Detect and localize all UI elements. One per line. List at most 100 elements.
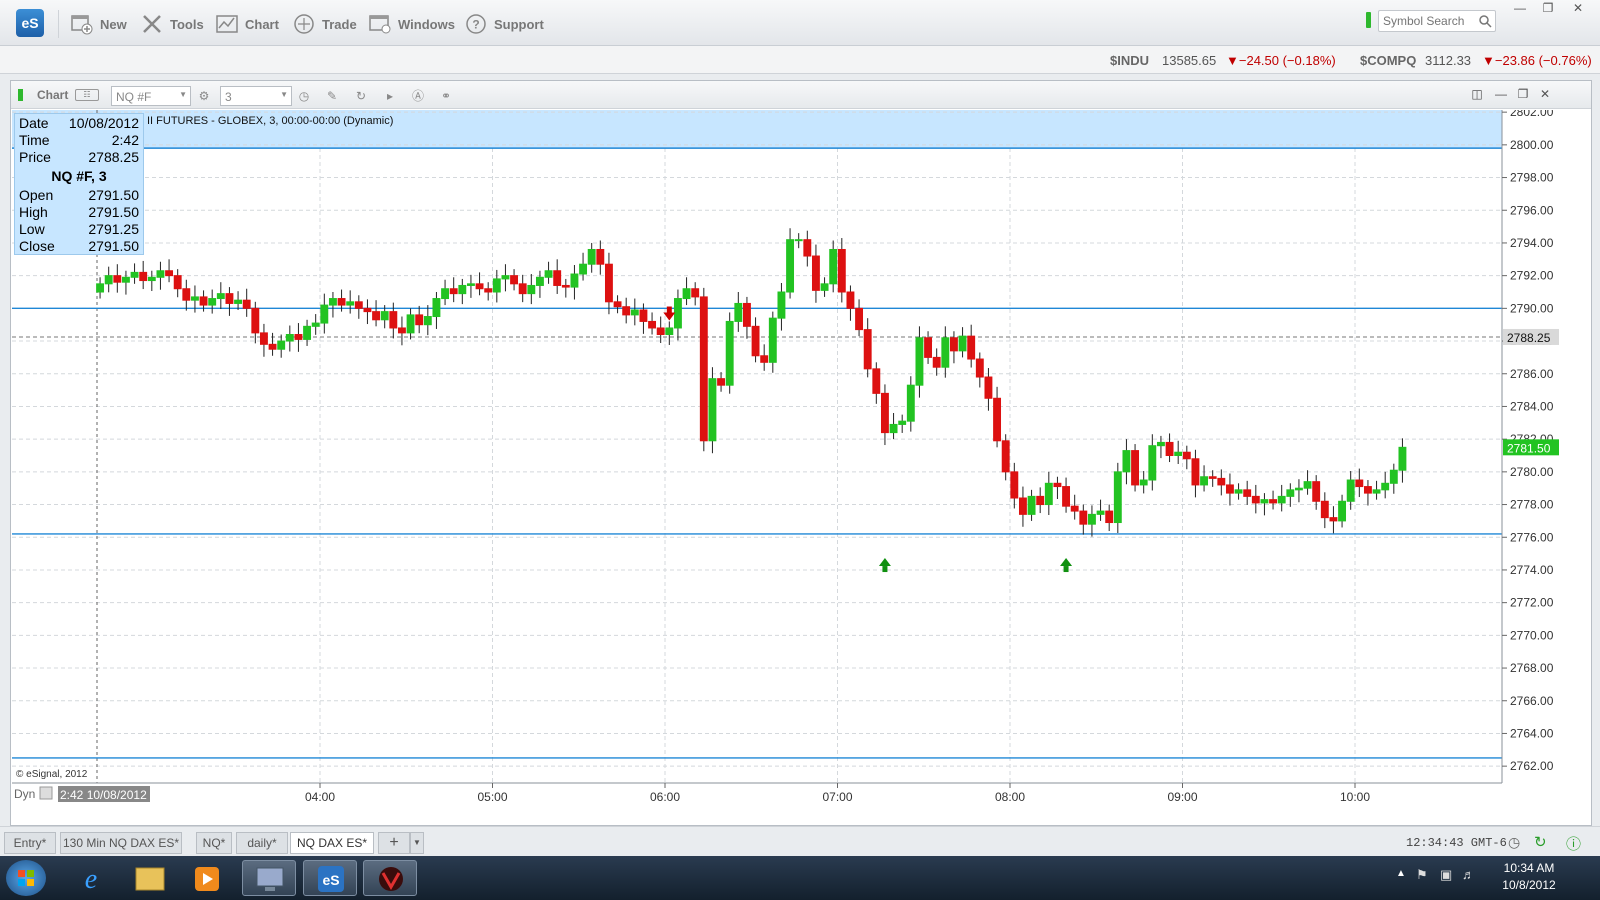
app-toolbar: eS New Tools Chart Trade Windows ? Suppo… [0, 0, 1600, 46]
price-tick-label: 2772.00 [1510, 596, 1554, 610]
new-window-icon [71, 15, 93, 35]
candle-body [268, 343, 277, 350]
study-icon[interactable]: ↻ [352, 87, 370, 105]
info-label: Low [19, 221, 45, 237]
restore-icon[interactable]: ❐ [1511, 88, 1535, 102]
app-taskbar-icon[interactable] [363, 860, 417, 896]
cursor-time-label: 2:42 10/08/2012 [60, 788, 147, 802]
tab-daily[interactable]: daily* [236, 832, 288, 854]
candle-body [294, 334, 303, 340]
dyn-label[interactable]: Dyn [14, 787, 35, 801]
interval-selector[interactable]: 3 ▼ [220, 86, 292, 106]
candle-body [1234, 489, 1243, 494]
windows-icon [369, 15, 391, 34]
minimize-icon[interactable]: — [1508, 2, 1532, 16]
candle-body [165, 270, 174, 277]
candle-body [346, 301, 355, 306]
page-tabs-bar: Entry* 130 Min NQ DAX ES* NQ* daily* NQ … [0, 826, 1600, 856]
help-status-icon[interactable]: ⓘ [1566, 833, 1581, 854]
candle-body [846, 291, 855, 309]
minimize-icon[interactable]: — [1489, 88, 1513, 102]
symbol-selector[interactable]: NQ #F ▼ [111, 86, 191, 106]
taskbar-date[interactable]: 10/8/2012 [1494, 878, 1564, 892]
link-icon[interactable]: ☷ [75, 89, 99, 101]
pencil-icon[interactable]: ✎ [323, 87, 341, 105]
detach-icon[interactable]: ◫ [1465, 88, 1489, 102]
clock-icon[interactable]: ◷ [295, 87, 313, 105]
ticker-change: ▼−24.50 (−0.18%) [1226, 53, 1336, 68]
plot-background [12, 110, 1502, 783]
tools-button[interactable]: Tools [140, 11, 204, 37]
action-center-icon[interactable]: ⚑ [1416, 867, 1428, 883]
chart-label: Chart [245, 16, 279, 32]
support-button[interactable]: ? Support [464, 11, 544, 37]
price-tick-label: 2762.00 [1510, 759, 1554, 773]
candle-body [742, 302, 751, 327]
show-hidden-icons-icon[interactable]: ▲ [1396, 868, 1406, 879]
search-icon[interactable] [1478, 14, 1492, 28]
candle-body [1191, 458, 1200, 486]
internet-explorer-icon[interactable]: e [64, 860, 118, 896]
candle-body [199, 296, 208, 306]
info-value: 2:42 [111, 132, 139, 148]
network-icon[interactable]: ▣ [1440, 867, 1452, 883]
tab-nq-dax-es[interactable]: NQ DAX ES* [290, 832, 374, 854]
alert-icon[interactable]: Ⓐ [409, 87, 427, 105]
info-row-open: Open 2791.50 [19, 187, 139, 204]
taskbar-time[interactable]: 10:34 AM [1494, 861, 1564, 875]
chart-button[interactable]: Chart [215, 11, 279, 37]
tab-nq[interactable]: NQ* [196, 832, 232, 854]
candle-body [941, 337, 950, 368]
close-icon[interactable]: ✕ [1566, 2, 1590, 16]
esignal-taskbar-icon[interactable]: eS [303, 860, 357, 896]
chart-window-title: Chart [37, 88, 69, 102]
lock-icon[interactable] [39, 786, 53, 800]
add-tab-button[interactable]: + [378, 832, 410, 854]
time-sync-icon[interactable]: ◷ [1508, 834, 1520, 851]
restore-icon[interactable]: ❐ [1536, 2, 1560, 16]
remote-desktop-icon[interactable] [242, 860, 296, 896]
price-tick-label: 2796.00 [1510, 203, 1554, 217]
refresh-icon[interactable]: ↻ [1534, 833, 1547, 851]
file-explorer-icon[interactable] [122, 860, 176, 896]
tab-130-min[interactable]: 130 Min NQ DAX ES* [60, 832, 182, 854]
candle-body [1200, 476, 1209, 486]
trade-button[interactable]: Trade [292, 11, 357, 37]
candle-body [251, 307, 260, 334]
svg-text:?: ? [472, 18, 479, 32]
price-chart[interactable]: 2762.00 2764.00 2766.00 2768.00 2770.00 2772.… [12, 110, 1590, 824]
tab-menu-chevron-icon[interactable]: ▼ [410, 832, 424, 854]
ticker-symbol[interactable]: $INDU [1110, 53, 1149, 68]
candle-body [1303, 481, 1312, 489]
candle-body [596, 248, 605, 265]
close-icon[interactable]: ✕ [1533, 88, 1557, 102]
ticker-symbol[interactable]: $COMPQ [1360, 53, 1416, 68]
play-icon[interactable]: ▸ [381, 87, 399, 105]
volume-icon[interactable]: ♬ [1462, 867, 1475, 882]
windows-button[interactable]: Windows [368, 11, 455, 37]
price-tick-label: 2766.00 [1510, 694, 1554, 708]
settings-icon[interactable]: ⚙ [195, 87, 213, 105]
esignal-logo[interactable]: eS [16, 9, 44, 37]
candle-body [898, 420, 907, 425]
candle-body [889, 423, 898, 434]
new-button[interactable]: New [70, 11, 127, 37]
candle-body [492, 278, 501, 293]
start-button[interactable] [6, 860, 46, 896]
candle-body [872, 368, 881, 394]
toolbar-separator [58, 10, 59, 38]
info-row-price: Price 2788.25 [19, 149, 139, 166]
candle-body [1182, 451, 1191, 460]
tab-entry[interactable]: Entry* [4, 832, 56, 854]
link-chain-icon[interactable]: ⚭ [437, 87, 455, 105]
candle-body [328, 298, 337, 306]
candle-body [1010, 471, 1019, 499]
support-label: Support [494, 16, 544, 32]
interval-value: 3 [225, 90, 232, 104]
media-player-icon[interactable] [180, 860, 234, 896]
time-axis[interactable]: 04:00 05:00 06:00 07:00 08:00 09:00 10:00 [305, 783, 1370, 804]
candle-body [544, 270, 553, 278]
candle-body [553, 270, 562, 286]
candle-body [1208, 476, 1217, 479]
info-value: 2791.50 [88, 204, 139, 220]
